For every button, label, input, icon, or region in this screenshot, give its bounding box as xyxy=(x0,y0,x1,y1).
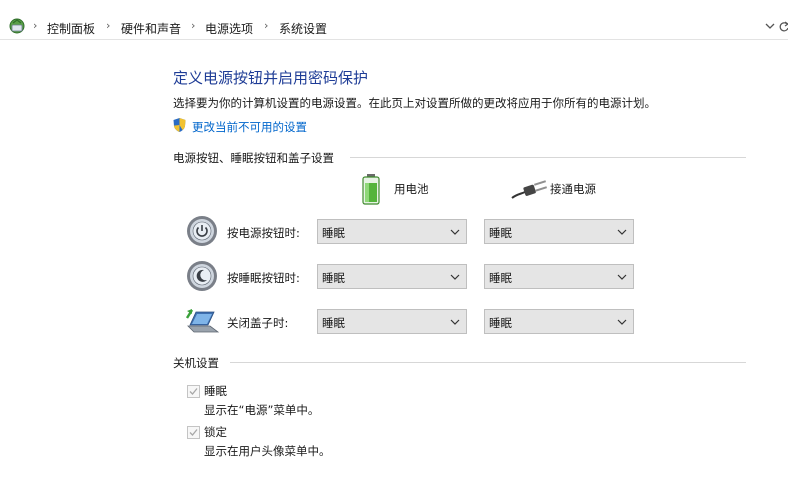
close-lid-battery-select[interactable]: 睡眠 xyxy=(317,309,467,334)
select-value: 睡眠 xyxy=(489,271,512,285)
chevron-down-icon xyxy=(617,319,627,325)
power-button-icon xyxy=(187,216,217,246)
section-divider xyxy=(350,157,746,158)
select-value: 睡眠 xyxy=(322,226,345,240)
chevron-down-icon xyxy=(450,274,460,280)
column-header-plugged-in: 接通电源 xyxy=(550,182,596,196)
page-title: 定义电源按钮并启用密码保护 xyxy=(173,69,369,87)
row-label-sleep-button: 按睡眠按钮时: xyxy=(227,271,300,285)
breadcrumb-item-power-options[interactable]: 电源选项 xyxy=(205,20,253,37)
change-unavailable-settings-link[interactable]: 更改当前不可用的设置 xyxy=(192,119,307,135)
breadcrumb-separator-icon: › xyxy=(191,19,196,32)
select-value: 睡眠 xyxy=(322,271,345,285)
breadcrumb-separator-icon: › xyxy=(264,19,269,32)
breadcrumb-item-control-panel[interactable]: 控制面板 xyxy=(47,20,95,37)
chevron-down-icon[interactable] xyxy=(764,19,776,33)
breadcrumb-item-system-settings[interactable]: 系统设置 xyxy=(279,20,327,37)
battery-icon xyxy=(362,174,380,205)
lock-checkbox-label: 锁定 xyxy=(204,425,227,439)
refresh-icon[interactable] xyxy=(779,19,788,33)
laptop-lid-icon xyxy=(185,309,220,333)
power-plug-icon xyxy=(511,180,547,199)
shutdown-section-heading: 关机设置 xyxy=(173,356,219,370)
control-panel-icon xyxy=(9,18,25,34)
select-value: 睡眠 xyxy=(489,226,512,240)
chevron-down-icon xyxy=(617,229,627,235)
sleep-button-plugged-select[interactable]: 睡眠 xyxy=(484,264,634,289)
sleep-checkbox[interactable] xyxy=(187,385,200,398)
column-header-battery: 用电池 xyxy=(394,182,429,196)
lock-checkbox[interactable] xyxy=(187,426,200,439)
select-value: 睡眠 xyxy=(322,316,345,330)
checkmark-icon xyxy=(189,429,198,436)
power-button-battery-select[interactable]: 睡眠 xyxy=(317,219,467,244)
chevron-down-icon xyxy=(450,229,460,235)
sleep-checkbox-label: 睡眠 xyxy=(204,384,227,398)
row-label-power-button: 按电源按钮时: xyxy=(227,226,300,240)
page-description: 选择要为你的计算机设置的电源设置。在此页上对设置所做的更改将应用于你所有的电源计… xyxy=(173,96,656,110)
sleep-button-battery-select[interactable]: 睡眠 xyxy=(317,264,467,289)
row-label-close-lid: 关闭盖子时: xyxy=(227,316,289,330)
select-value: 睡眠 xyxy=(489,316,512,330)
address-bar: › 控制面板 › 硬件和声音 › 电源选项 › 系统设置 xyxy=(0,14,788,40)
checkmark-icon xyxy=(189,388,198,395)
breadcrumb-item-hardware-sound[interactable]: 硬件和声音 xyxy=(121,20,181,37)
chevron-down-icon xyxy=(450,319,460,325)
power-section-heading: 电源按钮、睡眠按钮和盖子设置 xyxy=(173,151,334,165)
uac-shield-icon xyxy=(173,118,186,132)
sleep-checkbox-description: 显示在“电源”菜单中。 xyxy=(204,403,320,417)
sleep-button-icon xyxy=(187,261,217,291)
close-lid-plugged-select[interactable]: 睡眠 xyxy=(484,309,634,334)
lock-checkbox-description: 显示在用户头像菜单中。 xyxy=(204,444,331,458)
breadcrumb-separator-icon: › xyxy=(106,19,111,32)
breadcrumb-separator-icon: › xyxy=(33,19,38,32)
chevron-down-icon xyxy=(617,274,627,280)
section-divider xyxy=(230,362,746,363)
power-button-plugged-select[interactable]: 睡眠 xyxy=(484,219,634,244)
